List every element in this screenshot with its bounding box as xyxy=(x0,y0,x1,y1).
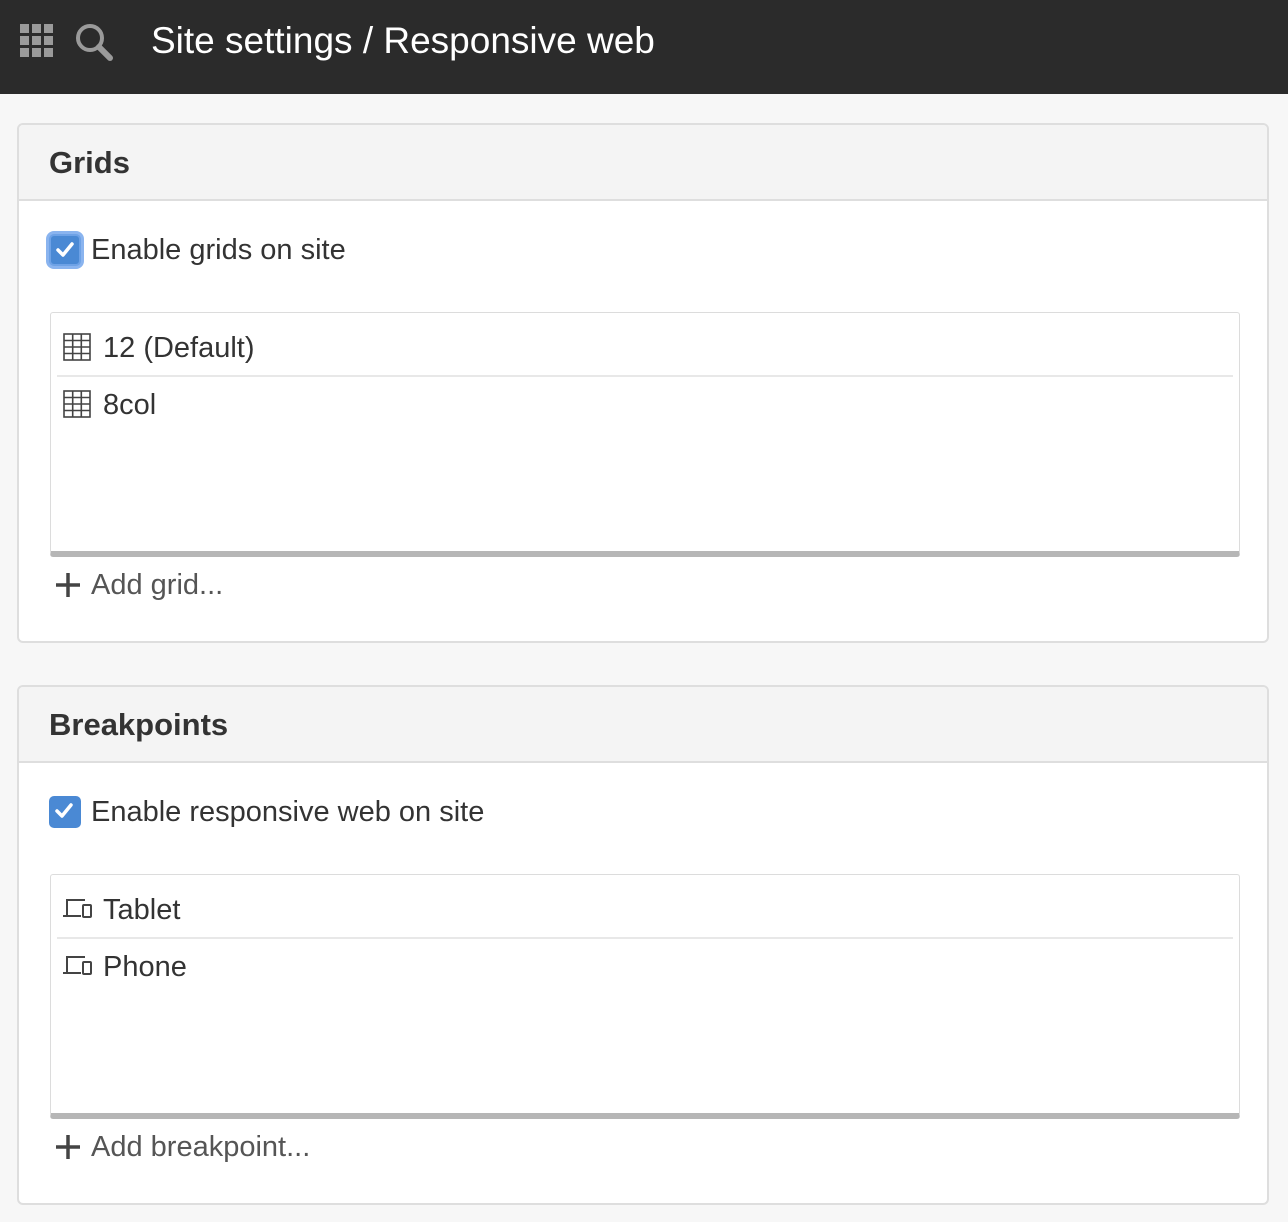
page-title: Site settings / Responsive web xyxy=(151,20,655,61)
search-icon[interactable] xyxy=(74,22,114,62)
checkmark-icon xyxy=(56,242,74,257)
enable-responsive-checkbox[interactable] xyxy=(49,796,81,828)
breakpoints-panel-title: Breakpoints xyxy=(49,707,229,742)
add-grid-label: Add grid... xyxy=(91,569,224,601)
grids-panel-header: Grids xyxy=(19,125,1267,201)
breakpoints-panel-header: Breakpoints xyxy=(19,687,1267,763)
breakpoints-panel: Breakpoints Enable responsive web on sit… xyxy=(17,685,1269,1205)
enable-responsive-label: Enable responsive web on site xyxy=(91,796,485,828)
plus-icon xyxy=(56,573,80,597)
add-grid-button[interactable]: Add grid... xyxy=(55,566,275,604)
grids-list[interactable]: 12 (Default) 8col xyxy=(50,312,1240,557)
grid-icon xyxy=(63,390,91,418)
devices-icon xyxy=(63,956,92,975)
plus-icon xyxy=(56,1135,80,1159)
grids-panel-title: Grids xyxy=(49,145,130,180)
grid-icon xyxy=(63,333,91,361)
enable-responsive-checkbox-row[interactable]: Enable responsive web on site xyxy=(49,794,549,830)
breakpoint-item-label: Phone xyxy=(103,951,187,983)
checkmark-icon xyxy=(55,803,73,818)
enable-grids-checkbox-row[interactable]: Enable grids on site xyxy=(49,232,449,268)
grid-item-label: 12 (Default) xyxy=(103,332,255,364)
apps-grid-icon[interactable] xyxy=(20,24,54,58)
list-item[interactable]: 12 (Default) xyxy=(57,317,1233,377)
grid-item-label: 8col xyxy=(103,389,157,421)
list-item[interactable]: Phone xyxy=(57,939,1233,997)
grids-panel: Grids Enable grids on site 12 (Default) xyxy=(17,123,1269,643)
add-breakpoint-label: Add breakpoint... xyxy=(91,1131,311,1163)
list-item[interactable]: 8col xyxy=(57,377,1233,435)
top-bar: Site settings / Responsive web xyxy=(0,0,1288,94)
breakpoints-list[interactable]: Tablet Phone xyxy=(50,874,1240,1119)
devices-icon xyxy=(63,899,92,918)
enable-grids-label: Enable grids on site xyxy=(91,234,346,266)
breakpoint-item-label: Tablet xyxy=(103,894,181,926)
list-item[interactable]: Tablet xyxy=(57,879,1233,939)
enable-grids-checkbox[interactable] xyxy=(49,234,81,266)
add-breakpoint-button[interactable]: Add breakpoint... xyxy=(55,1128,355,1166)
